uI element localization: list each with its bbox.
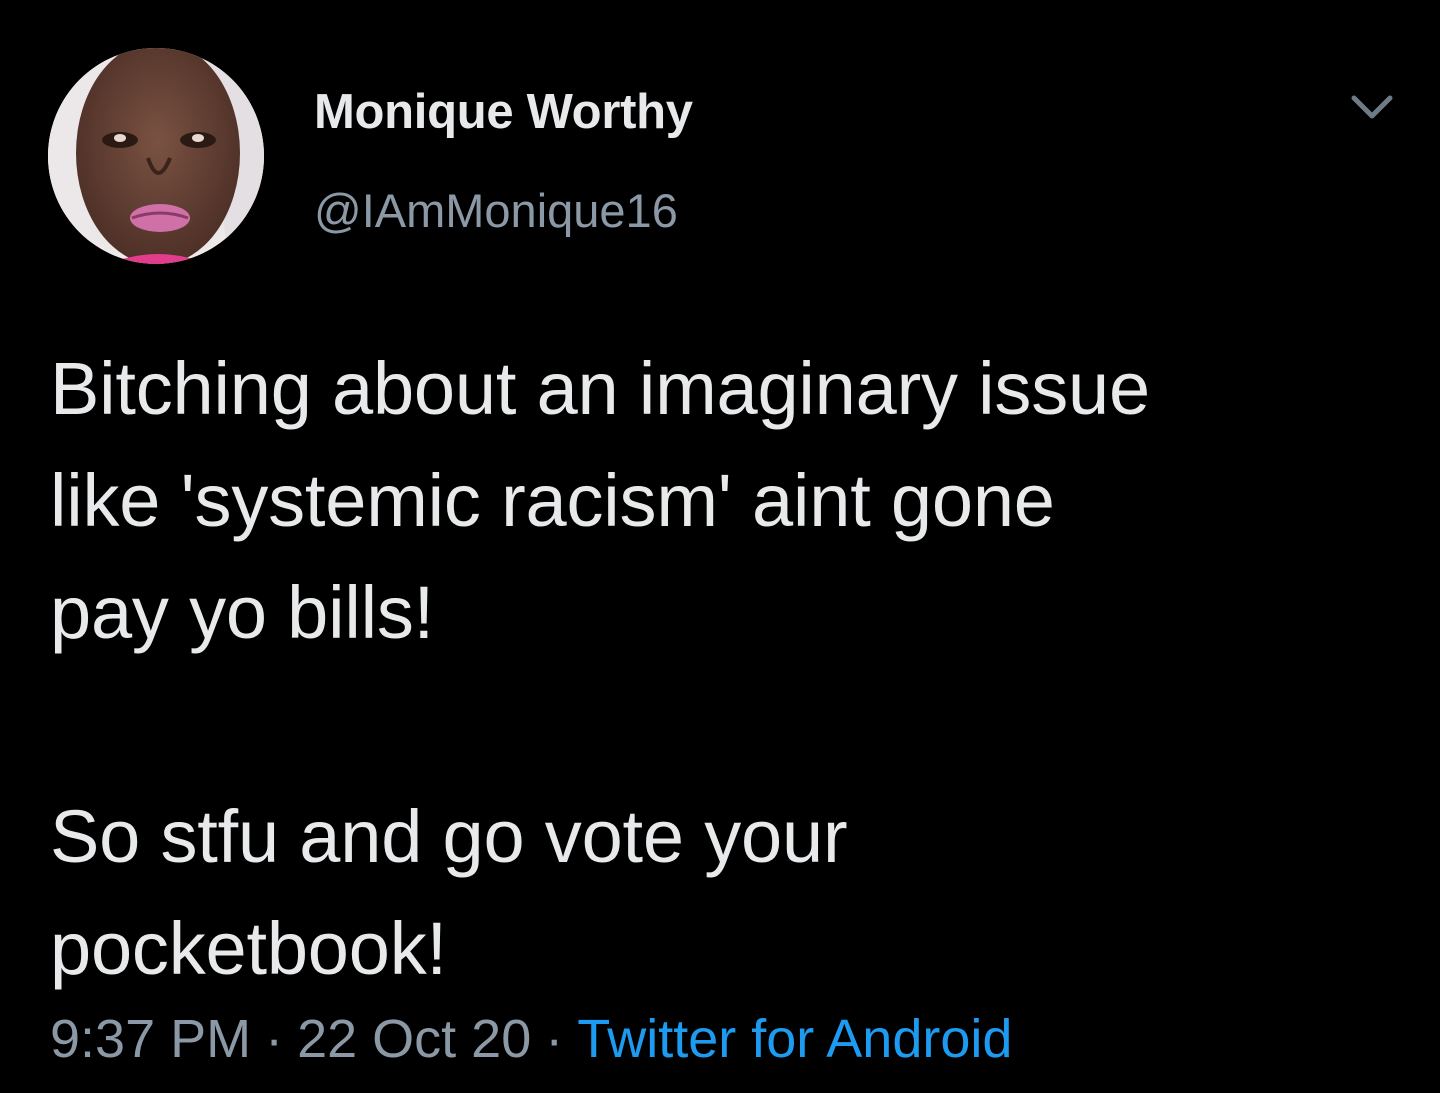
meta-separator: · [545,1009,564,1069]
tweet-date[interactable]: 22 Oct 20 [297,1009,531,1069]
chevron-down-icon[interactable] [1348,88,1396,128]
tweet-source-link[interactable]: Twitter for Android [577,1009,1012,1069]
display-name[interactable]: Monique Worthy [314,84,693,140]
tweet-time[interactable]: 9:37 PM [50,1009,251,1069]
avatar[interactable] [48,48,264,264]
user-handle[interactable]: @IAmMonique16 [314,183,678,238]
tweet-text: Bitching about an imaginary issue like '… [50,347,1150,990]
avatar-image [48,48,264,264]
tweet-meta: 9:37 PM · 22 Oct 20 · Twitter for Android [50,1008,1012,1070]
tweet-detail: Monique Worthy @IAmMonique16 Bitching ab… [0,0,1440,1093]
meta-separator: · [265,1009,284,1069]
